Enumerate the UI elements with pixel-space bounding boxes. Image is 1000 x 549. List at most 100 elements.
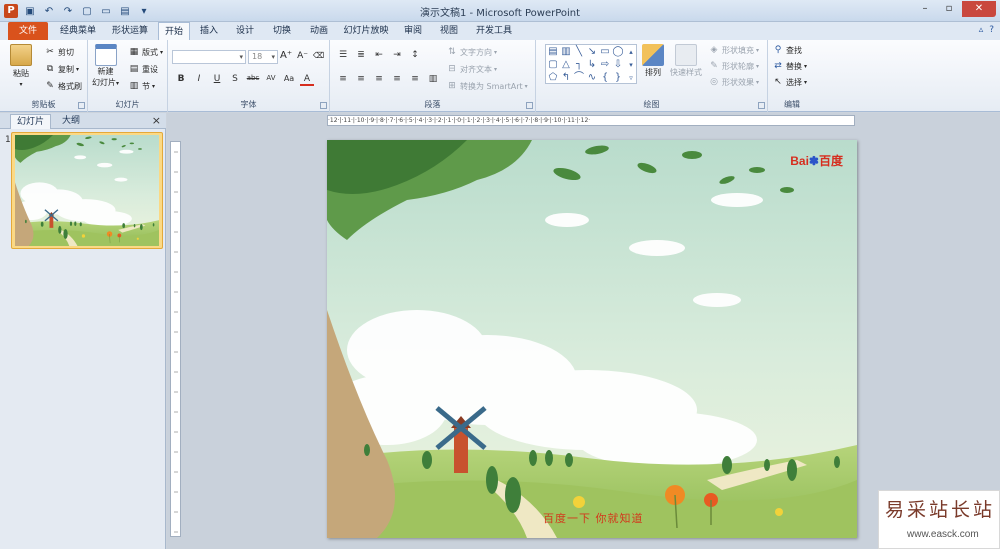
shrink-font-icon[interactable]: A⁻ — [297, 51, 308, 61]
rounded-rect-shape-icon[interactable]: ▢ — [547, 59, 559, 71]
tab-outline[interactable]: 大纲 — [56, 114, 86, 129]
tab-animations[interactable]: 动画 — [303, 22, 335, 40]
arrange-button[interactable]: 排列 — [642, 44, 664, 78]
paragraph-launcher-icon[interactable] — [526, 102, 533, 109]
tab-home[interactable]: 开始 — [158, 22, 190, 40]
pentagon-shape-icon[interactable]: ⬠ — [547, 72, 559, 84]
triangle-shape-icon[interactable]: △ — [560, 59, 572, 71]
quick-styles-button[interactable]: 快速样式 — [670, 44, 702, 78]
font-size-combo[interactable]: 18 ▾ — [248, 50, 278, 64]
font-name-combo[interactable]: ▾ — [172, 50, 246, 64]
font-label: 字体 — [240, 100, 257, 109]
right-arrow-shape-icon[interactable]: ⇨ — [599, 59, 611, 71]
numbering-icon[interactable]: ≣ — [354, 50, 368, 60]
align-center-icon[interactable]: ≡ — [354, 74, 368, 84]
tab-view[interactable]: 视图 — [434, 22, 464, 40]
left-brace-shape-icon[interactable]: { — [599, 72, 611, 84]
change-case-button[interactable]: Aa — [282, 74, 296, 86]
columns-icon[interactable]: ▥ — [426, 74, 440, 84]
horizontal-ruler[interactable]: ·12·|·11·|·10·|·9·|·8·|·7·|·6·|·5·|·4·|·… — [327, 115, 855, 126]
close-panel-icon[interactable]: × — [152, 114, 161, 127]
strikethrough-button[interactable]: abc — [246, 74, 260, 86]
justify-icon[interactable]: ≡ — [390, 74, 404, 84]
tab-transitions[interactable]: 切换 — [266, 22, 298, 40]
font-launcher-icon[interactable] — [320, 102, 327, 109]
maximize-icon[interactable]: ▫ — [938, 1, 960, 17]
shadow-button[interactable]: S — [228, 74, 242, 86]
collapse-ribbon-icon[interactable]: ▵ — [979, 25, 984, 35]
select-button[interactable]: ↖ 选择 ▾ — [772, 76, 807, 88]
cut-button[interactable]: ✂ 剪切 — [44, 46, 74, 58]
tab-classic-menu[interactable]: 经典菜单 — [54, 22, 102, 40]
increase-indent-icon[interactable]: ⇥ — [390, 50, 404, 60]
elbow-shape-icon[interactable]: ┐ — [573, 59, 585, 71]
reset-button[interactable]: ▤ 重设 — [128, 63, 158, 75]
text-direction-button[interactable]: ⇅ 文字方向 ▾ — [446, 46, 497, 58]
slide-slogan-text[interactable]: 百度一下 你就知道 — [543, 510, 644, 526]
char-spacing-button[interactable]: AV — [264, 74, 278, 86]
tab-slideshow[interactable]: 幻灯片放映 — [340, 22, 392, 40]
freeform-shape-icon[interactable]: ∿ — [586, 72, 598, 84]
vertical-ruler[interactable] — [170, 141, 181, 537]
gallery-down-icon[interactable]: ▾ — [625, 59, 637, 71]
bullets-icon[interactable]: ☰ — [336, 50, 350, 60]
paw-icon: ✽ — [808, 154, 819, 168]
tab-design[interactable]: 设计 — [230, 22, 260, 40]
shape-outline-button[interactable]: ✎ 形状轮廓 ▾ — [708, 60, 759, 72]
vertical-textbox-shape-icon[interactable]: ▥ — [560, 46, 572, 58]
section-icon: ▥ — [129, 81, 139, 91]
elbow-arrow-shape-icon[interactable]: ↳ — [586, 59, 598, 71]
clear-format-icon[interactable]: ⌫ — [313, 51, 324, 60]
font-format-row: B I U S abc AV Aa A — [174, 74, 314, 86]
curved-shape-icon[interactable]: ↰ — [560, 72, 572, 84]
arrow-line-shape-icon[interactable]: ↘ — [586, 46, 598, 58]
line-shape-icon[interactable]: ╲ — [573, 46, 585, 58]
gallery-more-icon[interactable]: ▿ — [625, 72, 637, 84]
help-icon[interactable]: ? — [989, 25, 994, 35]
tab-slides[interactable]: 幻灯片 — [10, 114, 52, 129]
curve-shape-icon[interactable]: ⌒ — [573, 72, 585, 84]
oval-shape-icon[interactable]: ◯ — [612, 46, 624, 58]
smartart-button[interactable]: ⊞ 转换为 SmartArt ▾ — [446, 80, 527, 92]
right-brace-shape-icon[interactable]: } — [612, 72, 624, 84]
textbox-shape-icon[interactable]: ▤ — [547, 46, 559, 58]
grow-font-icon[interactable]: A⁺ — [280, 50, 292, 61]
tab-review[interactable]: 审阅 — [398, 22, 428, 40]
tab-file[interactable]: 文件 — [8, 22, 48, 40]
slides-label: 幻灯片 — [115, 100, 140, 109]
minimize-icon[interactable]: – — [914, 1, 936, 17]
slide-thumbnail[interactable] — [15, 135, 159, 246]
bold-button[interactable]: B — [174, 74, 188, 86]
font-color-button[interactable]: A — [300, 74, 314, 86]
tab-developer[interactable]: 开发工具 — [470, 22, 518, 40]
align-left-icon[interactable]: ≡ — [336, 74, 350, 84]
align-text-button[interactable]: ⊟ 对齐文本 ▾ — [446, 63, 497, 75]
shapes-gallery[interactable]: ▤ ▥ ╲ ↘ ▭ ◯ ▴ ▢ △ ┐ ↳ ⇨ ⇩ ▾ ⬠ ↰ ⌒ ∿ { } … — [545, 44, 637, 84]
align-right-icon[interactable]: ≡ — [372, 74, 386, 84]
down-arrow-shape-icon[interactable]: ⇩ — [612, 59, 624, 71]
distributed-icon[interactable]: ≡ — [408, 74, 422, 84]
format-painter-button[interactable]: ✎ 格式刷 — [44, 80, 82, 92]
main-slide[interactable]: Bai✽百度 百度一下 你就知道 — [327, 140, 857, 538]
decrease-indent-icon[interactable]: ⇤ — [372, 50, 386, 60]
section-button[interactable]: ▥ 节 ▾ — [128, 80, 155, 92]
italic-button[interactable]: I — [192, 74, 206, 86]
layout-button[interactable]: ▦ 版式 ▾ — [128, 46, 163, 58]
copy-button[interactable]: ⧉ 复制 ▾ — [44, 63, 79, 75]
clipboard-launcher-icon[interactable] — [78, 102, 85, 109]
find-button[interactable]: ⚲ 查找 — [772, 44, 802, 56]
shape-effects-button[interactable]: ◎ 形状效果 ▾ — [708, 76, 759, 88]
replace-button[interactable]: ⇄ 替换 ▾ — [772, 60, 807, 72]
clipboard-label: 剪贴板 — [31, 100, 56, 109]
tab-insert[interactable]: 插入 — [194, 22, 224, 40]
tab-shape-ops[interactable]: 形状运算 — [106, 22, 154, 40]
shape-fill-button[interactable]: ◈ 形状填充 ▾ — [708, 44, 759, 56]
paste-button[interactable]: 粘贴 ▾ — [10, 44, 32, 88]
close-icon[interactable]: ✕ — [962, 1, 996, 17]
rectangle-shape-icon[interactable]: ▭ — [599, 46, 611, 58]
line-spacing-icon[interactable]: ↕ — [408, 50, 422, 60]
underline-button[interactable]: U — [210, 74, 224, 86]
new-slide-button[interactable]: 新建 幻灯片▾ — [92, 44, 119, 88]
drawing-launcher-icon[interactable] — [758, 102, 765, 109]
gallery-up-icon[interactable]: ▴ — [625, 46, 637, 58]
